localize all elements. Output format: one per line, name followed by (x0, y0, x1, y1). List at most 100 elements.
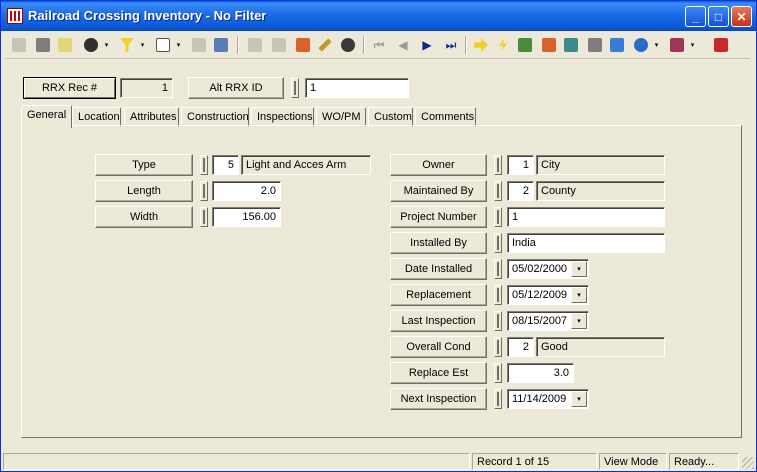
edit-pencil-icon[interactable] (315, 35, 335, 55)
resize-grip-icon[interactable] (742, 457, 754, 469)
next-inspection-grip[interactable] (494, 389, 502, 409)
tab-construction[interactable]: Construction (181, 107, 249, 127)
work-order-icon[interactable] (515, 35, 535, 55)
replacement-grip[interactable] (494, 285, 502, 305)
goto-arrow-icon[interactable] (471, 35, 491, 55)
width-field[interactable]: 156.00 (212, 207, 281, 227)
book-dropdown-icon[interactable]: ▾ (688, 35, 697, 55)
type-grip[interactable] (200, 155, 208, 175)
map-icon[interactable] (561, 35, 581, 55)
export-icon[interactable] (189, 35, 209, 55)
last-record-icon[interactable]: ⏭ (441, 35, 461, 55)
replace-est-field[interactable]: 3.0 (507, 363, 574, 383)
replacement-picker[interactable]: 05/12/2009 ▾ (507, 285, 589, 305)
binoculars-dropdown-icon[interactable]: ▾ (102, 35, 111, 55)
hierarchy-icon[interactable] (539, 35, 559, 55)
date-installed-value: 05/02/2000 (512, 263, 568, 275)
type-description-field: Light and Acces Arm (241, 155, 371, 175)
window-title: Railroad Crossing Inventory - No Filter (28, 8, 267, 23)
installed-by-button[interactable]: Installed By (390, 232, 487, 254)
next-inspection-button[interactable]: Next Inspection (390, 388, 487, 410)
length-grip[interactable] (200, 181, 208, 201)
date-installed-grip[interactable] (494, 259, 502, 279)
overall-cond-code-field[interactable]: 2 (507, 337, 534, 357)
copy-record-icon[interactable] (211, 35, 231, 55)
book-icon[interactable] (667, 35, 687, 55)
last-inspection-dropdown-icon[interactable]: ▾ (571, 313, 587, 329)
length-button[interactable]: Length (95, 180, 193, 202)
owner-code-field[interactable]: 1 (507, 155, 534, 175)
next-record-icon[interactable]: ▶ (417, 35, 437, 55)
alt-rrx-id-grip[interactable] (291, 78, 299, 98)
minimize-button[interactable]: _ (685, 6, 706, 27)
project-number-button[interactable]: Project Number (390, 206, 487, 228)
report-icon[interactable] (153, 35, 173, 55)
delete-icon[interactable] (269, 35, 289, 55)
report-dropdown-icon[interactable]: ▾ (174, 35, 183, 55)
globe-icon[interactable] (631, 35, 651, 55)
last-inspection-picker[interactable]: 08/15/2007 ▾ (507, 311, 589, 331)
railroad-app-icon[interactable] (7, 8, 23, 24)
last-inspection-grip[interactable] (494, 311, 502, 331)
cut-scissors-icon[interactable] (338, 35, 358, 55)
installed-by-grip[interactable] (494, 233, 502, 253)
replacement-dropdown-icon[interactable]: ▾ (571, 287, 587, 303)
previous-record-icon[interactable]: ◀ (393, 35, 413, 55)
close-button[interactable]: ✕ (731, 6, 752, 27)
alt-rrx-id-button[interactable]: Alt RRX ID (188, 77, 284, 99)
filter-icon[interactable] (117, 35, 137, 55)
tab-general[interactable]: General (21, 105, 72, 128)
installed-by-field[interactable]: India (507, 233, 665, 253)
project-number-field[interactable]: 1 (507, 207, 665, 227)
attach-books-icon[interactable] (293, 35, 313, 55)
maintained-by-button[interactable]: Maintained By (390, 180, 487, 202)
print-preview-icon[interactable] (55, 35, 75, 55)
tab-location[interactable]: Location (72, 107, 121, 127)
tab-custom[interactable]: Custom (368, 107, 413, 127)
maximize-button[interactable]: □ (708, 6, 729, 27)
replace-est-grip[interactable] (494, 363, 502, 383)
last-inspection-button[interactable]: Last Inspection (390, 310, 487, 332)
owner-button[interactable]: Owner (390, 154, 487, 176)
alt-rrx-id-field[interactable]: 1 (305, 78, 409, 98)
tab-inspections[interactable]: Inspections (251, 107, 314, 127)
width-grip[interactable] (200, 207, 208, 227)
width-button[interactable]: Width (95, 206, 193, 228)
exit-icon[interactable] (711, 35, 731, 55)
status-bar: Record 1 of 15 View Mode Ready... (1, 451, 756, 471)
tab-comments[interactable]: Comments (415, 107, 476, 127)
calculator-icon[interactable] (585, 35, 605, 55)
status-message-cell (3, 453, 470, 470)
globe-dropdown-icon[interactable]: ▾ (652, 35, 661, 55)
date-installed-dropdown-icon[interactable]: ▾ (571, 261, 587, 277)
title-bar[interactable]: Railroad Crossing Inventory - No Filter … (1, 1, 756, 31)
overall-cond-grip[interactable] (494, 337, 502, 357)
length-field[interactable]: 2.0 (212, 181, 281, 201)
tab-attributes[interactable]: Attributes (124, 107, 179, 127)
first-record-icon[interactable]: ⏮ (369, 35, 389, 55)
maintained-by-grip[interactable] (494, 181, 502, 201)
type-button[interactable]: Type (95, 154, 193, 176)
next-inspection-dropdown-icon[interactable]: ▾ (571, 391, 587, 407)
maintained-by-description-field: County (536, 181, 665, 201)
rrx-rec-button[interactable]: RRX Rec # (23, 77, 116, 99)
overall-cond-button[interactable]: Overall Cond (390, 336, 487, 358)
save-icon[interactable] (245, 35, 265, 55)
replacement-button[interactable]: Replacement (390, 284, 487, 306)
tab-wo-pm[interactable]: WO/PM (316, 107, 366, 127)
next-inspection-value: 11/14/2009 (512, 393, 567, 405)
lightning-icon[interactable] (493, 35, 513, 55)
binoculars-icon[interactable] (81, 35, 101, 55)
owner-grip[interactable] (494, 155, 502, 175)
maintained-by-code-field[interactable]: 2 (507, 181, 534, 201)
date-installed-picker[interactable]: 05/02/2000 ▾ (507, 259, 589, 279)
gis-map-icon[interactable] (607, 35, 627, 55)
project-number-grip[interactable] (494, 207, 502, 227)
replace-est-button[interactable]: Replace Est (390, 362, 487, 384)
next-inspection-picker[interactable]: 11/14/2009 ▾ (507, 389, 589, 409)
type-code-field[interactable]: 5 (212, 155, 239, 175)
new-record-icon[interactable] (9, 35, 29, 55)
date-installed-button[interactable]: Date Installed (390, 258, 487, 280)
filter-dropdown-icon[interactable]: ▾ (138, 35, 147, 55)
print-icon[interactable] (33, 35, 53, 55)
